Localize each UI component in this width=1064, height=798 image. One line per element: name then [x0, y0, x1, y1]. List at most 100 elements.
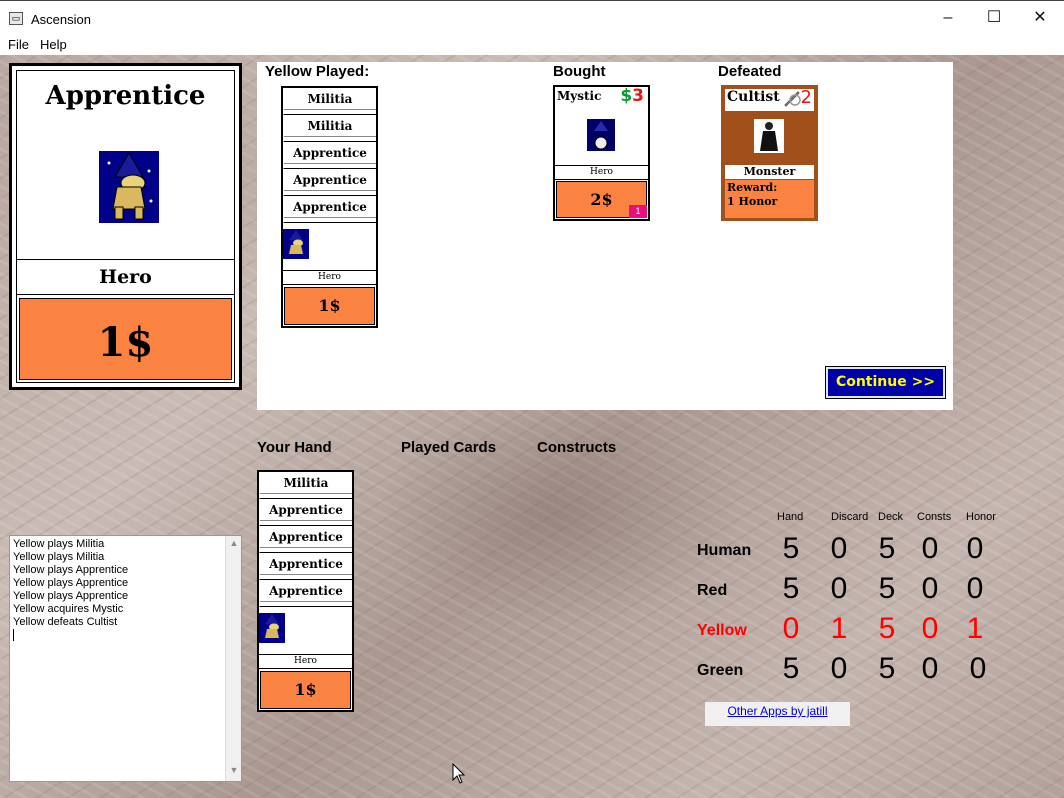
hand-card-0[interactable]: Militia	[259, 472, 352, 499]
score-value: 0	[921, 612, 939, 645]
defeated-card-name: Cultist	[727, 89, 780, 105]
window-title: Ascension	[31, 12, 91, 27]
log-line: Yellow plays Apprentice	[13, 564, 129, 576]
score-value: 0	[830, 572, 848, 605]
score-value: 5	[782, 532, 800, 565]
score-value: 0	[830, 652, 848, 685]
score-value: 0	[782, 612, 800, 645]
focus-card-type: Hero	[17, 259, 234, 295]
played-card-2[interactable]: Apprentice	[283, 142, 376, 169]
focus-card-cost: 1$	[19, 298, 232, 380]
hand-card-3[interactable]: Apprentice	[259, 553, 352, 580]
menu-file[interactable]: File	[8, 37, 29, 52]
app-icon: ▭	[9, 12, 23, 25]
played-card-cost: 1$	[284, 287, 375, 325]
bought-card-name: Mystic	[557, 89, 602, 103]
defeated-card-type: Monster	[725, 165, 814, 179]
col-deck: Deck	[878, 511, 904, 523]
game-board: Apprentice Hero 1$ Yellow Played: Bought…	[0, 55, 1064, 798]
score-value: 0	[966, 532, 984, 565]
apprentice-art-icon	[259, 613, 285, 643]
played-card-type: Hero	[283, 270, 376, 285]
score-value: 0	[921, 532, 939, 565]
hand-card-type: Hero	[259, 654, 352, 669]
played-cards-stack: Militia Militia Apprentice Apprentice Ap…	[281, 86, 378, 328]
score-value: 5	[782, 652, 800, 685]
defeated-card-cultist[interactable]: Cultist 2 Monster Reward: 1 Honor	[721, 85, 818, 221]
played-card-3[interactable]: Apprentice	[283, 169, 376, 196]
played-cards-header: Played Cards	[401, 439, 497, 456]
your-hand-header: Your Hand	[257, 439, 332, 456]
play-area: Yellow Played: Bought Defeated Militia M…	[257, 62, 953, 410]
hand-card-cost: 1$	[260, 671, 351, 709]
col-honor: Honor	[966, 511, 996, 523]
bought-header: Bought	[553, 63, 606, 80]
other-apps-link[interactable]: Other Apps by jatill	[705, 702, 850, 726]
col-hand: Hand	[777, 511, 804, 523]
close-button[interactable]: ✕	[1017, 1, 1063, 35]
score-value: 1	[966, 612, 984, 645]
played-card-1[interactable]: Militia	[283, 115, 376, 142]
apprentice-art-icon	[99, 151, 159, 223]
menu-help[interactable]: Help	[40, 37, 67, 52]
cultist-art-icon	[754, 119, 784, 153]
played-header: Yellow Played:	[265, 63, 370, 80]
hand-cards-stack: Militia Apprentice Apprentice Apprentice…	[257, 470, 354, 712]
log-line: Yellow plays Militia	[13, 538, 105, 550]
mystic-art-icon	[587, 119, 615, 151]
sword-icon	[784, 91, 801, 107]
bought-card-mystic[interactable]: Mystic $3 Hero 2$ 1	[553, 85, 650, 221]
text-cursor	[13, 629, 14, 641]
log-line: Yellow acquires Mystic	[13, 603, 124, 615]
minimize-button[interactable]: –	[925, 1, 971, 35]
mouse-pointer-icon	[452, 763, 466, 784]
continue-button[interactable]: Continue >>	[825, 366, 946, 399]
score-value: 0	[966, 572, 984, 605]
scroll-up-icon[interactable]: ▲	[226, 538, 242, 552]
score-value: 0	[921, 652, 939, 685]
score-value: 0	[830, 532, 848, 565]
score-value: 5	[878, 612, 896, 645]
score-value: 5	[878, 532, 896, 565]
hand-card-2[interactable]: Apprentice	[259, 526, 352, 553]
log-scrollbar[interactable]: ▲ ▼	[225, 536, 241, 781]
scroll-down-icon[interactable]: ▼	[226, 765, 242, 779]
constructs-header: Constructs	[537, 439, 617, 456]
menu-bar: File Help	[0, 35, 1064, 55]
focus-card-frame: Apprentice Hero 1$	[16, 70, 235, 383]
log-line: Yellow plays Militia	[13, 551, 105, 563]
dollar-icon: $	[620, 86, 633, 106]
defeated-card-power: 2	[800, 87, 812, 108]
score-value: 5	[878, 572, 896, 605]
bought-card-type: Hero	[555, 165, 648, 180]
hand-card-1[interactable]: Apprentice	[259, 499, 352, 526]
defeated-reward-label: Reward:	[727, 181, 778, 194]
focus-card-name: Apprentice	[45, 81, 206, 111]
defeated-reward: 1 Honor	[727, 195, 778, 208]
bought-card-badge: 1	[629, 205, 647, 218]
log-line: Yellow plays Apprentice	[13, 577, 129, 589]
col-consts: Consts	[917, 511, 952, 523]
bought-card-cost: 3	[632, 86, 644, 106]
col-discard: Discard	[831, 511, 869, 523]
score-value: 5	[878, 652, 896, 685]
player-yellow: Yellow	[697, 622, 747, 639]
apprentice-art-icon	[283, 229, 309, 259]
defeated-header: Defeated	[718, 63, 782, 80]
score-value: 0	[921, 572, 939, 605]
played-card-4[interactable]: Apprentice	[283, 196, 376, 223]
log-line: Yellow plays Apprentice	[13, 590, 129, 602]
score-value: 5	[782, 572, 800, 605]
hand-card-4[interactable]: Apprentice	[259, 580, 352, 607]
player-human: Human	[697, 542, 752, 559]
maximize-button[interactable]: ☐	[971, 1, 1017, 35]
score-value: 0	[969, 652, 987, 685]
game-log[interactable]: Yellow plays Militia Yellow plays Militi…	[9, 535, 242, 782]
focus-card[interactable]: Apprentice Hero 1$	[9, 63, 242, 390]
played-card-0[interactable]: Militia	[283, 88, 376, 115]
player-red: Red	[697, 582, 728, 599]
log-line: Yellow defeats Cultist	[13, 616, 118, 628]
title-bar: ▭ Ascension – ☐ ✕	[0, 0, 1064, 35]
score-value: 1	[830, 612, 848, 645]
player-green: Green	[697, 662, 744, 679]
